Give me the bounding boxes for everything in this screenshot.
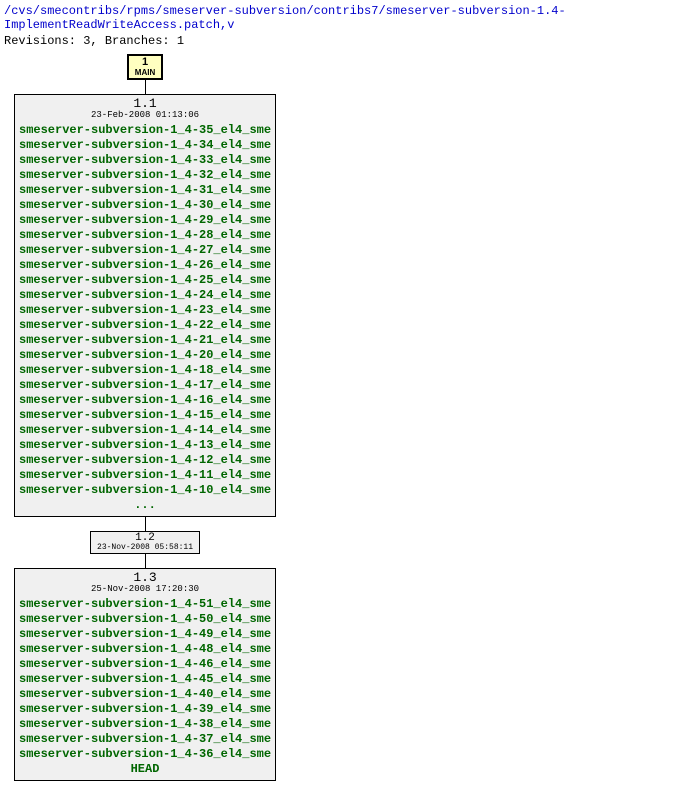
revision-tag: smeserver-subversion-1_4-10_el4_sme <box>19 483 271 498</box>
revision-tag: smeserver-subversion-1_4-38_el4_sme <box>19 717 271 732</box>
graph-connector <box>145 554 146 568</box>
revision-node-1-1[interactable]: 1.1 23-Feb-2008 01:13:06 smeserver-subve… <box>14 94 276 517</box>
revision-tag: smeserver-subversion-1_4-35_el4_sme <box>19 123 271 138</box>
revision-tag: smeserver-subversion-1_4-22_el4_sme <box>19 318 271 333</box>
revision-tag: smeserver-subversion-1_4-28_el4_sme <box>19 228 271 243</box>
branch-number: 1 <box>135 57 155 69</box>
revision-tag: smeserver-subversion-1_4-29_el4_sme <box>19 213 271 228</box>
revision-tag: smeserver-subversion-1_4-26_el4_sme <box>19 258 271 273</box>
revision-tag: smeserver-subversion-1_4-23_el4_sme <box>19 303 271 318</box>
revision-number: 1.3 <box>19 571 271 585</box>
revision-tag: smeserver-subversion-1_4-36_el4_sme <box>19 747 271 762</box>
branch-name: MAIN <box>135 69 155 77</box>
graph-connector <box>145 80 146 94</box>
revision-tag: smeserver-subversion-1_4-34_el4_sme <box>19 138 271 153</box>
revision-date: 23-Nov-2008 05:58:11 <box>97 544 193 552</box>
revision-tag: smeserver-subversion-1_4-17_el4_sme <box>19 378 271 393</box>
revision-tag: smeserver-subversion-1_4-46_el4_sme <box>19 657 271 672</box>
revision-tag: smeserver-subversion-1_4-24_el4_sme <box>19 288 271 303</box>
revision-tag: smeserver-subversion-1_4-45_el4_sme <box>19 672 271 687</box>
revision-tag: smeserver-subversion-1_4-40_el4_sme <box>19 687 271 702</box>
revision-tag: smeserver-subversion-1_4-39_el4_sme <box>19 702 271 717</box>
revision-tag: smeserver-subversion-1_4-13_el4_sme <box>19 438 271 453</box>
revision-node-1-2[interactable]: 1.2 23-Nov-2008 05:58:11 <box>90 531 200 554</box>
revision-tag: smeserver-subversion-1_4-51_el4_sme <box>19 597 271 612</box>
branch-node[interactable]: 1 MAIN <box>127 54 163 80</box>
revision-tag: smeserver-subversion-1_4-31_el4_sme <box>19 183 271 198</box>
revision-tag: smeserver-subversion-1_4-49_el4_sme <box>19 627 271 642</box>
head-tag: HEAD <box>19 762 271 777</box>
graph-connector <box>145 517 146 531</box>
revision-tags: smeserver-subversion-1_4-51_el4_smesmese… <box>19 597 271 762</box>
revision-tag: smeserver-subversion-1_4-33_el4_sme <box>19 153 271 168</box>
tags-ellipsis: ... <box>19 498 271 512</box>
revision-tag: smeserver-subversion-1_4-16_el4_sme <box>19 393 271 408</box>
revision-tag: smeserver-subversion-1_4-50_el4_sme <box>19 612 271 627</box>
revision-tag: smeserver-subversion-1_4-32_el4_sme <box>19 168 271 183</box>
file-path: /cvs/smecontribs/rpms/smeserver-subversi… <box>4 4 676 32</box>
revision-tag: smeserver-subversion-1_4-37_el4_sme <box>19 732 271 747</box>
revision-number: 1.1 <box>19 97 271 111</box>
revision-tags: smeserver-subversion-1_4-35_el4_smesmese… <box>19 123 271 498</box>
revision-tag: smeserver-subversion-1_4-11_el4_sme <box>19 468 271 483</box>
revision-meta: Revisions: 3, Branches: 1 <box>4 34 676 48</box>
revision-node-1-3[interactable]: 1.3 25-Nov-2008 17:20:30 smeserver-subve… <box>14 568 276 781</box>
revision-tag: smeserver-subversion-1_4-30_el4_sme <box>19 198 271 213</box>
revision-tag: smeserver-subversion-1_4-21_el4_sme <box>19 333 271 348</box>
revision-graph: 1 MAIN 1.1 23-Feb-2008 01:13:06 smeserve… <box>14 54 276 781</box>
revision-tag: smeserver-subversion-1_4-18_el4_sme <box>19 363 271 378</box>
revision-tag: smeserver-subversion-1_4-12_el4_sme <box>19 453 271 468</box>
revision-tag: smeserver-subversion-1_4-14_el4_sme <box>19 423 271 438</box>
revision-tag: smeserver-subversion-1_4-48_el4_sme <box>19 642 271 657</box>
revision-tag: smeserver-subversion-1_4-15_el4_sme <box>19 408 271 423</box>
revision-tag: smeserver-subversion-1_4-20_el4_sme <box>19 348 271 363</box>
revision-date: 25-Nov-2008 17:20:30 <box>19 585 271 595</box>
revision-date: 23-Feb-2008 01:13:06 <box>19 111 271 121</box>
revision-tag: smeserver-subversion-1_4-25_el4_sme <box>19 273 271 288</box>
revision-number: 1.2 <box>97 533 193 544</box>
revision-tag: smeserver-subversion-1_4-27_el4_sme <box>19 243 271 258</box>
